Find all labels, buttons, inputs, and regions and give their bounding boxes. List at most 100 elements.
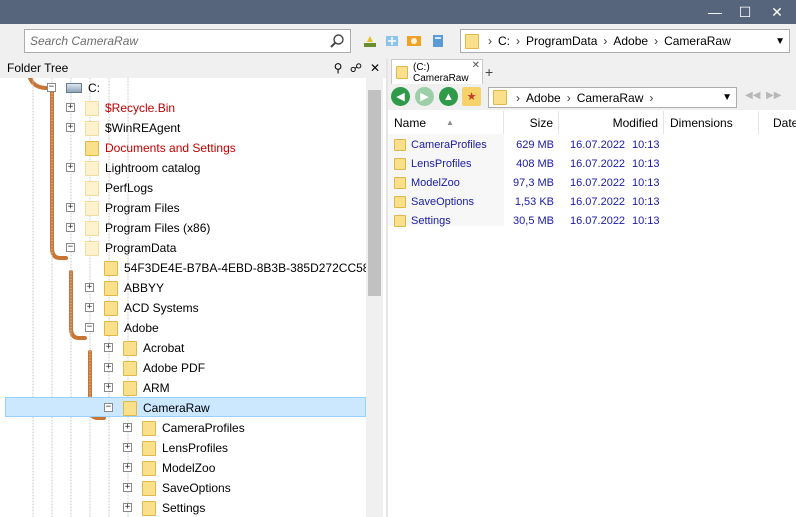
tree-item[interactable]: CameraRaw bbox=[123, 398, 210, 418]
tree-item-label: Documents and Settings bbox=[105, 141, 236, 155]
expand-icon[interactable]: + bbox=[66, 223, 75, 232]
tree-item[interactable]: CameraProfiles bbox=[142, 418, 245, 438]
tab-cameraraw[interactable]: (C:) CameraRaw ✕ bbox=[391, 59, 483, 85]
folder-tree[interactable]: − C: + $Recycle.Bin + $WinREAgent Documents an… bbox=[0, 78, 366, 517]
forward-icon[interactable]: ▶ bbox=[415, 87, 434, 106]
folder-icon bbox=[123, 360, 137, 376]
collapse-icon[interactable]: − bbox=[47, 83, 56, 92]
collapse-icon[interactable]: − bbox=[85, 323, 94, 332]
breadcrumb-programdata[interactable]: ProgramData bbox=[523, 34, 600, 48]
expand-icon[interactable]: + bbox=[85, 283, 94, 292]
expand-icon[interactable]: + bbox=[66, 163, 75, 172]
file-row[interactable]: Settings 30,5 MB 16.07.2022 10:13 bbox=[388, 211, 796, 230]
tree-item[interactable]: ACD Systems bbox=[104, 298, 199, 318]
unpin-icon[interactable]: ☍ bbox=[349, 61, 363, 75]
scroll-right-icon[interactable]: ▶▶ bbox=[766, 90, 781, 101]
up-icon[interactable]: ▲ bbox=[439, 87, 458, 106]
file-row[interactable]: LensProfiles 408 MB 16.07.2022 10:13 bbox=[388, 154, 796, 173]
column-header-dimensions[interactable]: Dimensions bbox=[664, 111, 759, 134]
search-icon[interactable]: ⚲ bbox=[331, 61, 345, 75]
tree-item[interactable]: Documents and Settings bbox=[85, 138, 236, 158]
breadcrumb-cameraraw[interactable]: CameraRaw bbox=[574, 91, 647, 105]
expand-icon[interactable]: + bbox=[123, 443, 132, 452]
expand-icon[interactable]: + bbox=[85, 303, 94, 312]
back-icon[interactable]: ◀ bbox=[391, 87, 410, 106]
file-row[interactable]: SaveOptions 1,53 KB 16.07.2022 10:13 bbox=[388, 192, 796, 211]
search-icon[interactable] bbox=[329, 33, 345, 49]
column-header-date[interactable]: Date bbox=[759, 111, 796, 134]
tree-item[interactable]: ModelZoo bbox=[142, 458, 215, 478]
new-tab-icon[interactable]: + bbox=[485, 64, 493, 80]
network-icon[interactable] bbox=[384, 33, 400, 49]
close-icon[interactable]: ✕ bbox=[368, 61, 382, 75]
tree-item[interactable]: Lightroom catalog bbox=[85, 158, 200, 178]
expand-icon[interactable]: + bbox=[123, 463, 132, 472]
expand-icon[interactable]: + bbox=[104, 383, 113, 392]
tree-item[interactable]: $WinREAgent bbox=[85, 118, 180, 138]
expand-icon[interactable]: + bbox=[123, 423, 132, 432]
tree-item[interactable]: ARM bbox=[123, 378, 170, 398]
tree-item-label: SaveOptions bbox=[162, 481, 231, 495]
search-input[interactable] bbox=[25, 30, 315, 52]
tree-item[interactable]: Program Files (x86) bbox=[85, 218, 210, 238]
file-row[interactable]: ModelZoo 97,3 MB 16.07.2022 10:13 bbox=[388, 173, 796, 192]
chevron-down-icon[interactable]: ▼ bbox=[775, 36, 785, 47]
tree-item[interactable]: Acrobat bbox=[123, 338, 184, 358]
expand-icon[interactable]: + bbox=[104, 363, 113, 372]
expand-icon[interactable]: + bbox=[123, 483, 132, 492]
tree-item[interactable]: $Recycle.Bin bbox=[85, 98, 175, 118]
photo-icon[interactable] bbox=[406, 33, 422, 49]
tree-item[interactable]: LensProfiles bbox=[142, 438, 228, 458]
tree-item[interactable]: 54F3DE4E-B7BA-4EBD-8B3B-385D272CC583 bbox=[104, 258, 366, 278]
close-button[interactable]: ✕ bbox=[762, 0, 792, 24]
file-name: CameraProfiles bbox=[411, 138, 487, 151]
tree-item[interactable]: ABBYY bbox=[104, 278, 164, 298]
tree-item[interactable]: ProgramData bbox=[85, 238, 176, 258]
folder-icon bbox=[104, 280, 118, 296]
tree-item-label: C: bbox=[88, 81, 100, 95]
breadcrumb-adobe[interactable]: Adobe bbox=[610, 34, 651, 48]
address-bar[interactable]: › C: › ProgramData › Adobe › CameraRaw ▼ bbox=[460, 29, 790, 53]
file-row[interactable]: CameraProfiles 629 MB 16.07.2022 10:13 bbox=[388, 135, 796, 154]
expand-icon[interactable]: + bbox=[104, 343, 113, 352]
file-time: 10:13 bbox=[632, 214, 660, 227]
minimize-button[interactable]: — bbox=[700, 0, 730, 24]
maximize-button[interactable]: ☐ bbox=[730, 0, 760, 24]
expand-icon[interactable]: + bbox=[66, 123, 75, 132]
document-icon[interactable] bbox=[430, 33, 446, 49]
expand-icon[interactable]: + bbox=[123, 503, 132, 512]
collapse-icon[interactable]: − bbox=[104, 403, 113, 412]
drive-map-icon[interactable] bbox=[362, 33, 378, 49]
breadcrumb-cameraraw[interactable]: CameraRaw bbox=[661, 34, 734, 48]
scroll-left-icon[interactable]: ◀◀ bbox=[745, 90, 760, 101]
collapse-icon[interactable]: − bbox=[66, 243, 75, 252]
tree-item-label: Lightroom catalog bbox=[105, 161, 201, 175]
breadcrumb-adobe[interactable]: Adobe bbox=[523, 91, 564, 105]
expand-icon[interactable]: + bbox=[66, 103, 75, 112]
scrollbar-thumb[interactable] bbox=[368, 90, 381, 296]
favorites-icon[interactable]: ★ bbox=[462, 87, 481, 106]
path-bar[interactable]: › Adobe › CameraRaw › ▼ bbox=[488, 87, 737, 108]
tree-item[interactable]: Program Files bbox=[85, 198, 180, 218]
tree-item-label: Adobe PDF bbox=[143, 361, 206, 375]
column-header-name[interactable]: Name ▲ bbox=[388, 111, 504, 134]
column-header-size[interactable]: Size bbox=[504, 111, 559, 134]
breadcrumb-drive[interactable]: C: bbox=[495, 34, 513, 48]
column-header-modified[interactable]: Modified bbox=[559, 111, 664, 134]
folder-icon bbox=[142, 440, 156, 456]
chevron-right-icon: › bbox=[516, 34, 520, 48]
file-date: 16.07.2022 bbox=[570, 195, 626, 208]
tree-item[interactable]: SaveOptions bbox=[142, 478, 231, 498]
folder-icon bbox=[394, 195, 406, 208]
tree-item[interactable]: Settings bbox=[142, 498, 205, 517]
tree-item[interactable]: Adobe bbox=[104, 318, 159, 338]
chevron-down-icon[interactable]: ▼ bbox=[722, 92, 732, 103]
folder-icon bbox=[85, 100, 99, 116]
close-icon[interactable]: ✕ bbox=[472, 60, 480, 71]
tree-item[interactable]: PerfLogs bbox=[85, 178, 153, 198]
column-headers: Name ▲ Size Modified Dimensions Date bbox=[388, 111, 796, 134]
search-box[interactable] bbox=[24, 29, 351, 53]
expand-icon[interactable]: + bbox=[66, 203, 75, 212]
tree-item[interactable]: C: bbox=[66, 78, 100, 98]
tree-item[interactable]: Adobe PDF bbox=[123, 358, 205, 378]
